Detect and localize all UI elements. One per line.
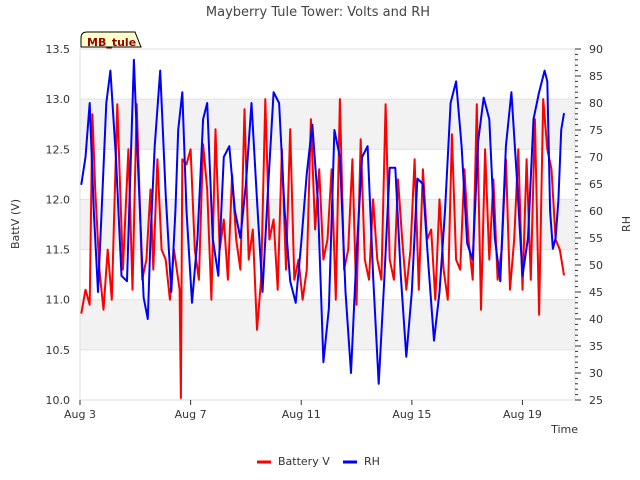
station-badge: MB_tule [80,31,142,49]
y2-tick-label: 70 [589,151,603,164]
y2-tick-label: 60 [589,205,603,218]
legend-item-battery: Battery V [257,455,330,468]
y2-tick-label: 25 [589,394,603,407]
y-tick-label: 13.0 [46,93,71,106]
y2-tick-label: 40 [589,313,603,326]
y2-tick-label: 75 [589,124,603,137]
legend-label-battery: Battery V [278,455,330,468]
y-tick-label: 12.0 [46,193,71,206]
legend-label-rh: RH [364,455,380,468]
y2-tick-label: 45 [589,286,603,299]
x-tick-label: Aug 15 [392,408,431,421]
station-badge-label: MB_tule [87,36,136,49]
y2-tick-label: 35 [589,340,603,353]
y-tick-label: 12.5 [46,143,71,156]
x-tick-label: Aug 7 [175,408,207,421]
y-tick-label: 10.0 [46,394,71,407]
legend-item-rh: RH [343,455,380,468]
y2-tick-label: 65 [589,178,603,191]
x-tick-label: Aug 3 [64,408,96,421]
y2-tick-label: 50 [589,259,603,272]
legend: Battery V RH [257,455,380,468]
y-tick-label: 10.5 [46,344,71,357]
y2-axis-label: RH [620,216,633,232]
y-tick-label: 11.0 [46,294,71,307]
y2-tick-label: 55 [589,232,603,245]
x-axis-label: Time [550,423,578,436]
y2-tick-label: 85 [589,70,603,83]
y-tick-label: 13.5 [46,43,71,56]
y-axis-label: BattV (V) [9,199,22,249]
y2-tick-label: 80 [589,97,603,110]
x-tick-label: Aug 19 [503,408,542,421]
y2-tick-label: 30 [589,367,603,380]
x-tick-label: Aug 11 [282,408,321,421]
y2-tick-label: 90 [589,43,603,56]
chart-title: Mayberry Tule Tower: Volts and RH [206,5,430,20]
y-tick-label: 11.5 [46,244,71,257]
chart: 10.0 10.5 11.0 11.5 12.0 12.5 13.0 13.5 25 30 35 40… [9,5,633,468]
